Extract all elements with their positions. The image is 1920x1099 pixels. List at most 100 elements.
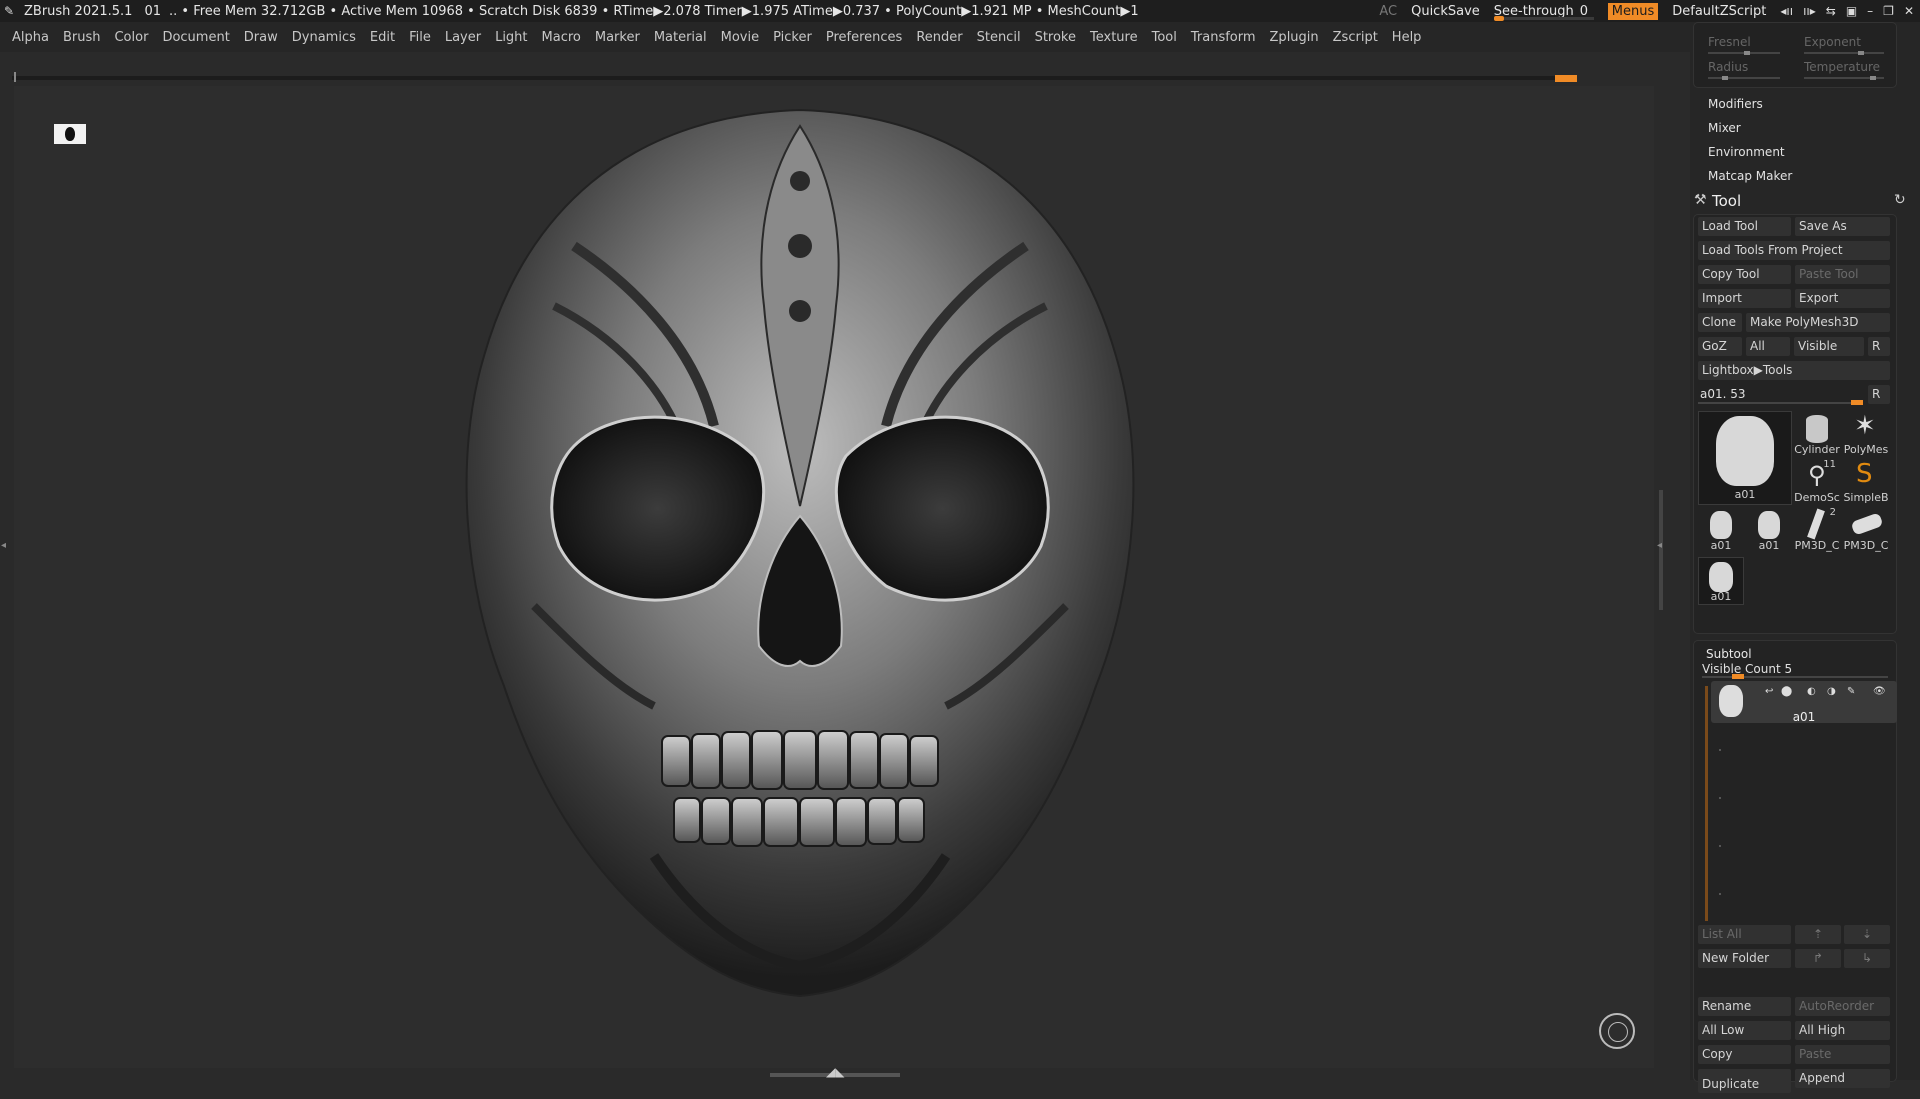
export-button[interactable]: Export	[1795, 289, 1890, 308]
menu-texture[interactable]: Texture	[1090, 30, 1138, 45]
maximize-icon[interactable]: ❐	[1883, 4, 1894, 18]
left-tray-handle[interactable]: ◂	[0, 490, 10, 610]
brush-toggle-icon[interactable]: ✎	[1847, 686, 1855, 697]
menu-stencil[interactable]: Stencil	[977, 30, 1021, 45]
menu-movie[interactable]: Movie	[721, 30, 759, 45]
subtool-title[interactable]: Subtool	[1706, 647, 1752, 661]
fresnel-knob[interactable]	[1744, 51, 1750, 55]
bottom-tray-handle[interactable]: ◢◣	[770, 1065, 900, 1080]
append-button[interactable]: Append	[1795, 1069, 1890, 1088]
expand-left-icon[interactable]: ◂	[1, 540, 6, 551]
menu-render[interactable]: Render	[916, 30, 962, 45]
exponent-knob[interactable]	[1858, 51, 1864, 55]
goz-button[interactable]: GoZ	[1698, 337, 1742, 356]
ac-button[interactable]: AC	[1379, 4, 1397, 19]
import-button[interactable]: Import	[1698, 289, 1791, 308]
dynamesh-toggle-icon[interactable]: ◐	[1807, 686, 1816, 697]
tool-thumb-polymesh[interactable]: ✶ PolyMes	[1842, 411, 1890, 457]
make-polymesh3d-button[interactable]: Make PolyMesh3D	[1746, 313, 1890, 332]
rename-button[interactable]: Rename	[1698, 997, 1791, 1016]
visible-count-knob[interactable]	[1732, 674, 1744, 679]
tool-thumb-demosoldier[interactable]: ⚲ 11 DemoSc	[1794, 459, 1840, 505]
clone-button[interactable]: Clone	[1698, 313, 1742, 332]
move-to-folder-icon[interactable]: ↱	[1795, 949, 1841, 968]
eye-visibility-icon[interactable]: 👁	[1873, 686, 1886, 697]
expand-bottom-icon[interactable]: ◢◣	[826, 1065, 844, 1079]
see-through-knob[interactable]	[1493, 16, 1504, 21]
menu-draw[interactable]: Draw	[244, 30, 278, 45]
subtool-item-a01[interactable]: ↩ ⬤ ◐ ◑ ✎ 👁 a01	[1711, 681, 1897, 724]
current-tool-slider[interactable]: a01. 53	[1698, 385, 1894, 405]
canvas-viewport[interactable]	[14, 86, 1654, 1068]
tool-thumb-a01-3[interactable]: a01	[1698, 557, 1744, 605]
temperature-knob[interactable]	[1870, 76, 1876, 80]
menu-zplugin[interactable]: Zplugin	[1270, 30, 1319, 45]
folder-arrow-icon[interactable]: ↩	[1765, 686, 1773, 697]
duplicate-button[interactable]: Duplicate	[1698, 1069, 1791, 1093]
radius-knob[interactable]	[1722, 76, 1728, 80]
subpalette-mixer[interactable]: Mixer	[1708, 121, 1741, 135]
menu-color[interactable]: Color	[114, 30, 148, 45]
exponent-slider[interactable]	[1804, 52, 1884, 54]
menu-dynamics[interactable]: Dynamics	[292, 30, 356, 45]
menu-alpha[interactable]: Alpha	[12, 30, 49, 45]
goz-visible-button[interactable]: Visible	[1794, 337, 1864, 356]
menu-stroke[interactable]: Stroke	[1035, 30, 1076, 45]
save-as-button[interactable]: Save As	[1795, 217, 1890, 236]
paste-button[interactable]: Paste	[1795, 1045, 1890, 1064]
expand-right-icon[interactable]: ◂	[1657, 540, 1662, 551]
current-tool-r-button[interactable]: R	[1868, 385, 1890, 404]
all-low-button[interactable]: All Low	[1698, 1021, 1791, 1040]
interface-size-left-icon[interactable]: ◂ıı	[1780, 4, 1793, 18]
menu-help[interactable]: Help	[1392, 30, 1422, 45]
new-folder-button[interactable]: New Folder	[1698, 949, 1791, 968]
menus-toggle-button[interactable]: Menus	[1607, 2, 1659, 20]
paste-tool-button[interactable]: Paste Tool	[1795, 265, 1890, 284]
right-tray-handle[interactable]: ◂	[1656, 490, 1666, 610]
menu-macro[interactable]: Macro	[542, 30, 581, 45]
tool-thumb-a01-2[interactable]: a01	[1746, 507, 1792, 553]
menu-picker[interactable]: Picker	[773, 30, 812, 45]
menu-transform[interactable]: Transform	[1191, 30, 1256, 45]
interface-size-right-icon[interactable]: ıı▸	[1803, 4, 1816, 18]
default-zscript-button[interactable]: DefaultZScript	[1672, 4, 1766, 19]
menu-edit[interactable]: Edit	[370, 30, 395, 45]
move-out-folder-icon[interactable]: ↳	[1844, 949, 1890, 968]
menu-tool[interactable]: Tool	[1152, 30, 1177, 45]
layout-swap-icon[interactable]: ⇆	[1826, 4, 1836, 18]
tool-thumb-a01-1[interactable]: a01	[1698, 507, 1744, 553]
close-icon[interactable]: ✕	[1904, 4, 1914, 18]
load-tool-button[interactable]: Load Tool	[1698, 217, 1791, 236]
visible-count-slider[interactable]	[1702, 676, 1888, 678]
mask-toggle-icon[interactable]: ◑	[1827, 686, 1836, 697]
minimize-icon[interactable]: –	[1867, 4, 1873, 18]
lightbox-tools-button[interactable]: Lightbox▶Tools	[1698, 361, 1890, 380]
goz-all-button[interactable]: All	[1746, 337, 1790, 356]
menu-preferences[interactable]: Preferences	[826, 30, 902, 45]
tool-palette-header[interactable]: ⚒ Tool ↻	[1690, 190, 1920, 212]
tool-thumb-pm3d-2[interactable]: PM3D_C	[1842, 507, 1890, 553]
timeline-marker[interactable]	[1555, 75, 1577, 82]
copy-button[interactable]: Copy	[1698, 1045, 1791, 1064]
subpalette-modifiers[interactable]: Modifiers	[1708, 97, 1763, 111]
copy-tool-button[interactable]: Copy Tool	[1698, 265, 1791, 284]
menu-layer[interactable]: Layer	[445, 30, 481, 45]
tool-thumb-simplebrush[interactable]: S SimpleB	[1842, 459, 1890, 505]
see-through-slider[interactable]: See-through 0	[1493, 0, 1594, 22]
menu-material[interactable]: Material	[654, 30, 707, 45]
radius-slider[interactable]	[1708, 77, 1780, 79]
tool-thumb-a01-main[interactable]: a01	[1698, 411, 1792, 505]
current-tool-knob[interactable]	[1851, 400, 1863, 405]
all-high-button[interactable]: All High	[1795, 1021, 1890, 1040]
timeline[interactable]	[12, 70, 1577, 84]
move-up-icon[interactable]: ⇡	[1795, 925, 1841, 944]
autoreorder-button[interactable]: AutoReorder	[1795, 997, 1890, 1016]
subpalette-matcap-maker[interactable]: Matcap Maker	[1708, 169, 1792, 183]
menu-zscript[interactable]: Zscript	[1333, 30, 1378, 45]
menu-brush[interactable]: Brush	[63, 30, 101, 45]
skull-model[interactable]	[14, 86, 1654, 1068]
list-all-button[interactable]: List All	[1698, 925, 1791, 944]
polypaint-toggle-icon[interactable]: ⬤	[1781, 686, 1792, 697]
menu-light[interactable]: Light	[495, 30, 527, 45]
refresh-icon[interactable]: ↻	[1894, 192, 1906, 208]
